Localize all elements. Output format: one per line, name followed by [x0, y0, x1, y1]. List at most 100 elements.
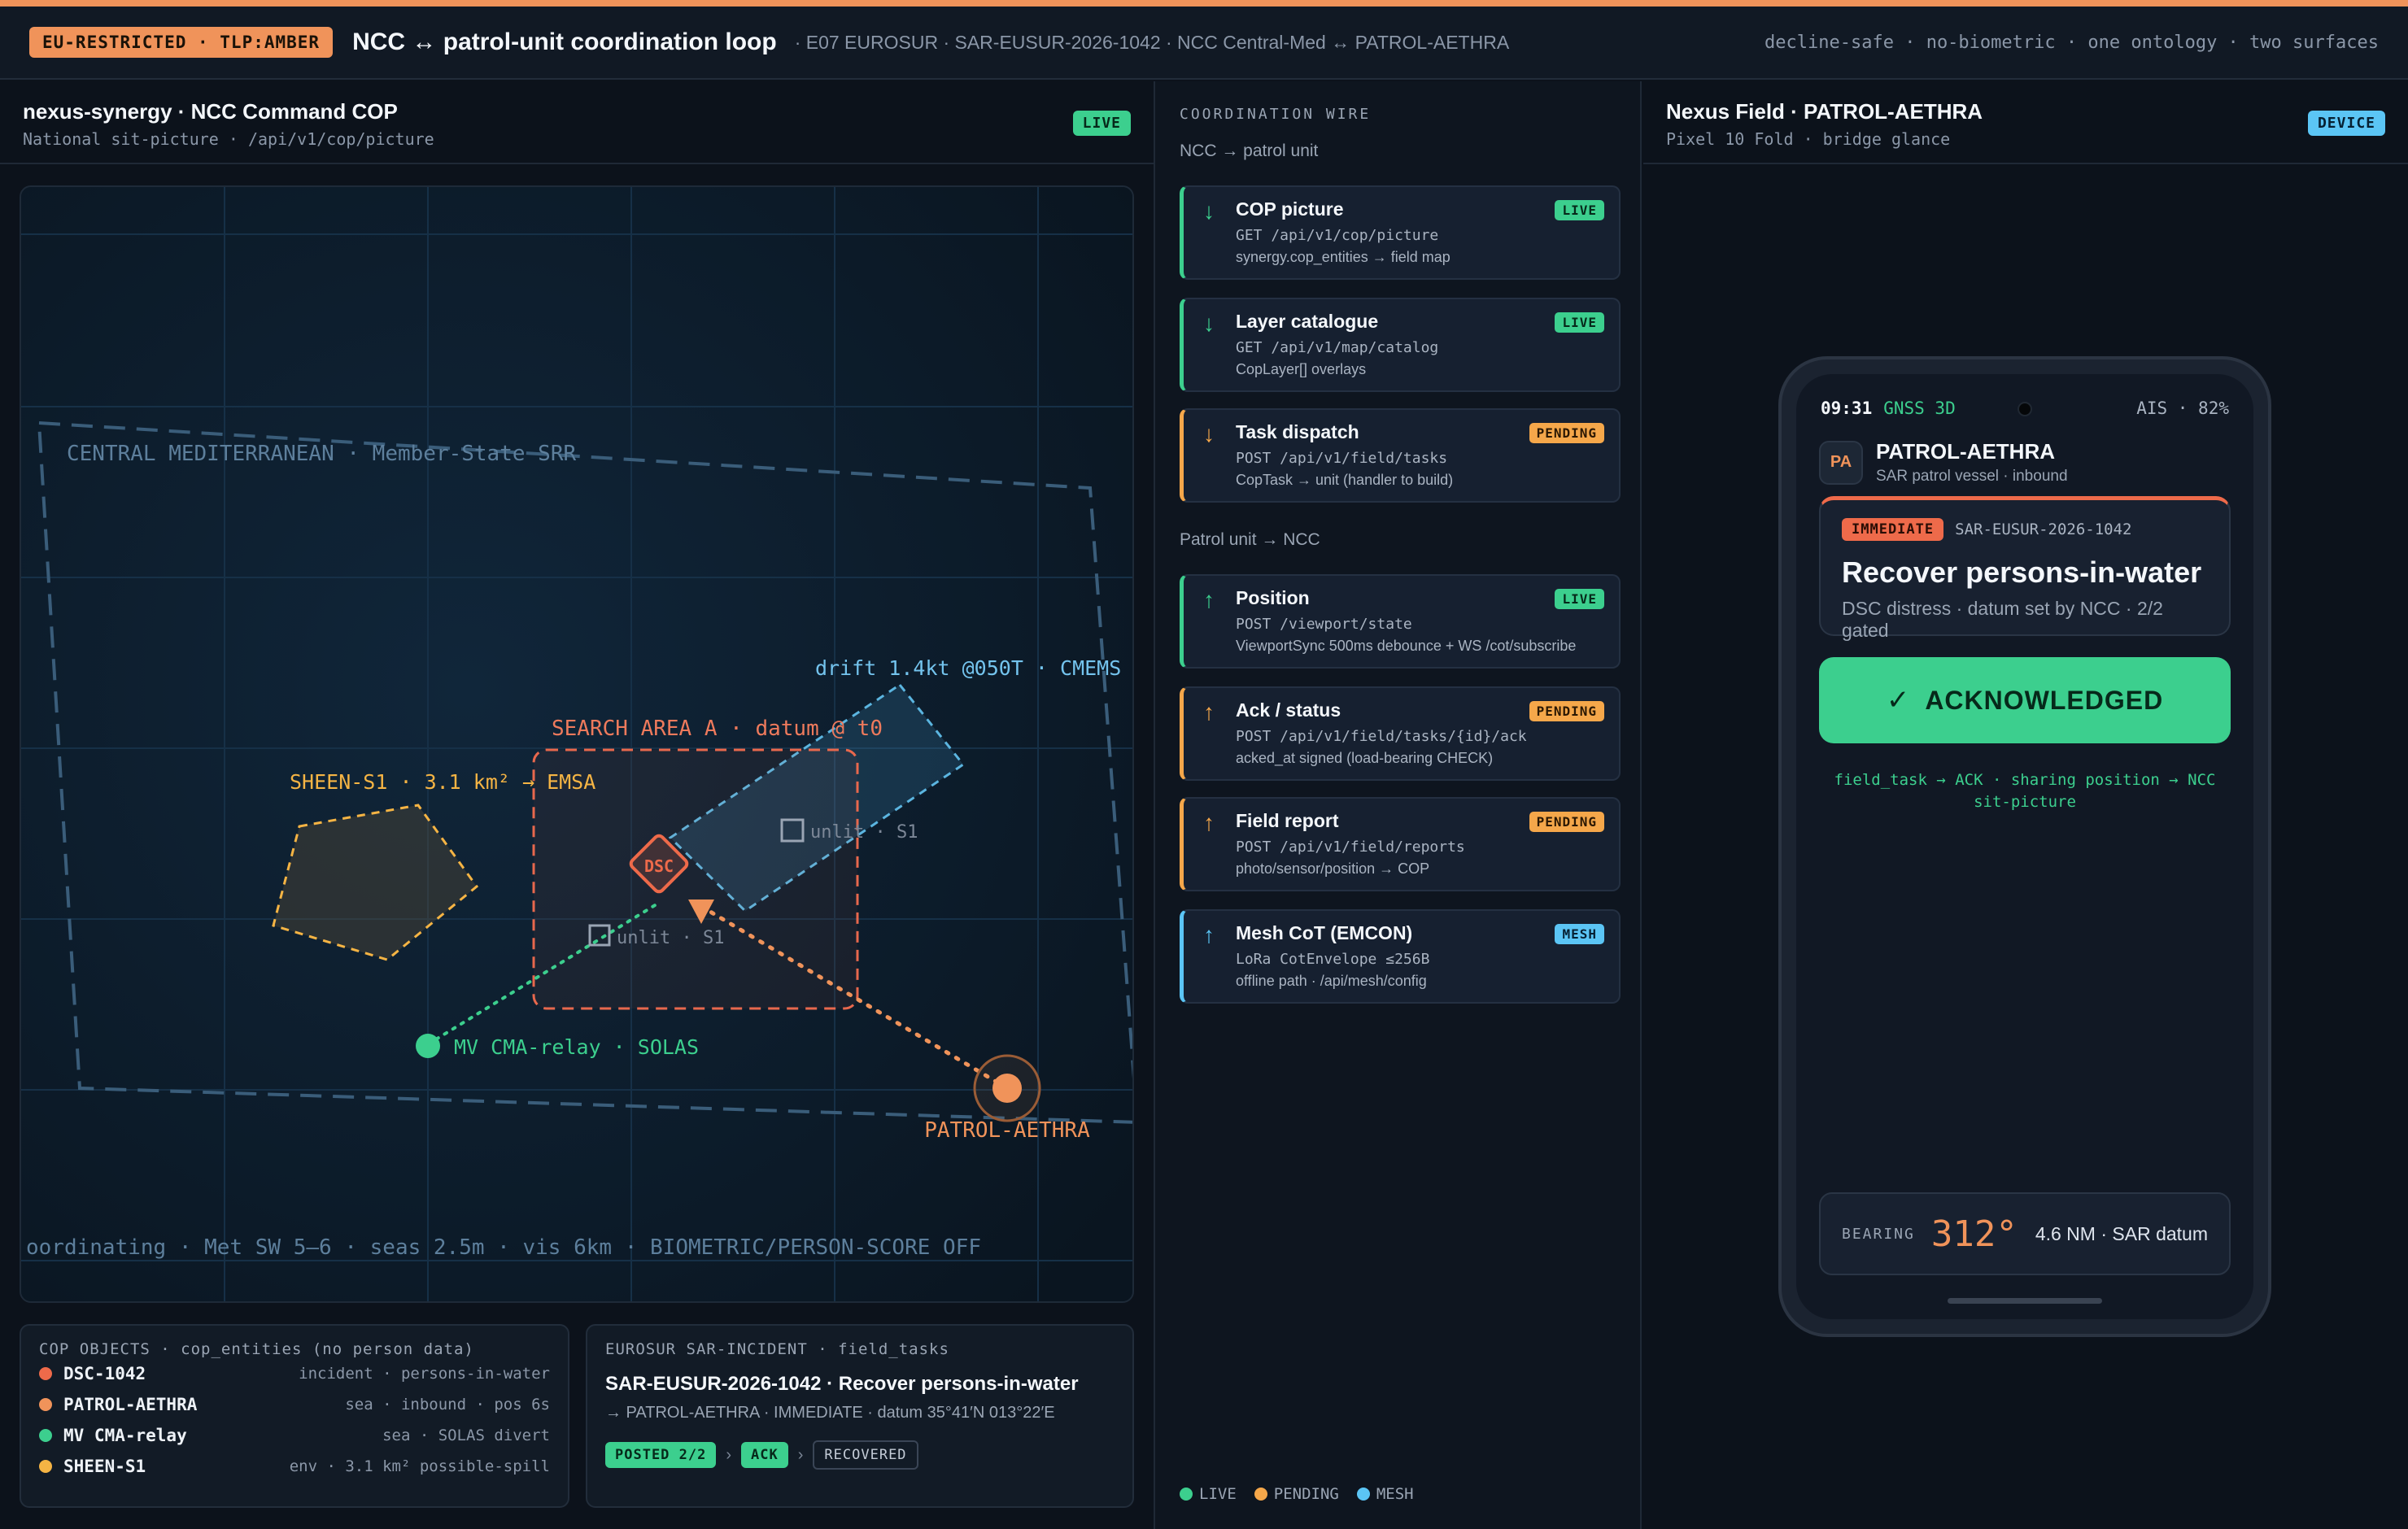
- acknowledged-button[interactable]: ✓ ACKNOWLEDGED: [1819, 657, 2231, 743]
- wire-title: COORDINATION WIRE: [1180, 106, 1372, 123]
- incident-id: SAR-EUSUR-2026-1042: [1955, 521, 2132, 538]
- incident-header: EUROSUR SAR-INCIDENT · field_tasks: [605, 1340, 949, 1358]
- unlit-contact-label: unlit · S1: [617, 928, 724, 948]
- task-card[interactable]: IMMEDIATE SAR-EUSUR-2026-1042 Recover pe…: [1819, 496, 2231, 641]
- patrol-vessel-marker[interactable]: [973, 1054, 1041, 1122]
- vessel-name: PATROL-AETHRA: [1876, 439, 2056, 464]
- bearing-distance: 4.6 NM · SAR datum: [2035, 1222, 2208, 1244]
- bearing-value: 312°: [1930, 1213, 2018, 1255]
- wire-group-up: Patrol unit → NCC: [1180, 530, 1320, 549]
- device-title: Nexus Field · PATROL-AETHRA: [1666, 99, 1983, 124]
- wire-card-desc: photo/sensor/position → COP: [1236, 860, 1430, 877]
- wire-card-endpoint: POST /api/v1/field/reports: [1236, 839, 1465, 856]
- arrow-up-icon: ↑: [1203, 810, 1215, 835]
- patrol-label: PATROL-AETHRA: [924, 1118, 1090, 1143]
- incident-desc: → PATROL-AETHRA · IMMEDIATE · datum 35°4…: [605, 1404, 1055, 1422]
- object-meta: incident · persons-in-water: [299, 1365, 550, 1383]
- status-badge: LIVE: [1555, 200, 1604, 220]
- wire-card-layer-catalogue[interactable]: ↓ Layer catalogue GET /api/v1/map/catalo…: [1180, 298, 1621, 392]
- cop-map-canvas[interactable]: CENTRAL MEDITERRANEAN · Member-State SRR…: [21, 187, 1134, 1303]
- cop-live-badge: LIVE: [1072, 111, 1131, 136]
- page-title: NCC ↔ patrol-unit coordination loop: [352, 28, 777, 55]
- incident-dot-icon: [39, 1367, 52, 1380]
- wire-card-endpoint: POST /api/v1/field/tasks: [1236, 450, 1448, 467]
- device-badge: DEVICE: [2307, 111, 2385, 136]
- object-name: DSC-1042: [63, 1364, 146, 1383]
- status-badge: LIVE: [1555, 589, 1604, 609]
- cop-panel: nexus-synergy · NCC Command COP National…: [0, 81, 1154, 1529]
- page-subtitle: · E07 EUROSUR · SAR-EUSUR-2026-1042 · NC…: [794, 31, 1510, 53]
- step-ack: ACK: [741, 1442, 788, 1468]
- arrow-down-icon: ↓: [1203, 311, 1215, 336]
- object-name: MV CMA-relay: [63, 1426, 187, 1445]
- wire-card-cop-picture[interactable]: ↓ COP picture GET /api/v1/cop/picture sy…: [1180, 185, 1621, 280]
- legend-label: LIVE: [1199, 1485, 1237, 1503]
- cop-map[interactable]: CENTRAL MEDITERRANEAN · Member-State SRR…: [20, 185, 1134, 1303]
- object-meta: sea · inbound · pos 6s: [345, 1396, 550, 1414]
- wire-card-ack-status[interactable]: ↑ Ack / status POST /api/v1/field/tasks/…: [1180, 686, 1621, 781]
- list-item[interactable]: SHEEN-S1 env · 3.1 km² possible-spill: [39, 1451, 550, 1482]
- phone-frame: 09:31 GNSS 3D AIS · 82% PA PATROL-AETHRA…: [1778, 356, 2271, 1337]
- wire-card-endpoint: LoRa CotEnvelope ≤256B: [1236, 951, 1430, 968]
- status-badge: LIVE: [1555, 312, 1604, 333]
- task-title: Recover persons-in-water: [1842, 555, 2202, 589]
- cop-subtitle: National sit-picture · /api/v1/cop/pictu…: [23, 129, 434, 149]
- arrow-up-icon: ↑: [1203, 587, 1215, 612]
- list-item[interactable]: DSC-1042 incident · persons-in-water: [39, 1358, 550, 1389]
- step-posted: POSTED 2/2: [605, 1442, 717, 1468]
- wire-card-task-dispatch[interactable]: ↓ Task dispatch POST /api/v1/field/tasks…: [1180, 408, 1621, 503]
- wire-card-endpoint: GET /api/v1/map/catalog: [1236, 339, 1439, 356]
- wire-card-endpoint: GET /api/v1/cop/picture: [1236, 227, 1439, 244]
- srr-label: CENTRAL MEDITERRANEAN · Member-State SRR: [67, 442, 576, 466]
- wire-card-name: Position: [1236, 587, 1310, 608]
- wire-card-desc: CopTask → unit (handler to build): [1236, 472, 1454, 488]
- status-badge: PENDING: [1529, 812, 1604, 832]
- vessel-sub: SAR patrol vessel · inbound: [1876, 468, 2068, 485]
- wire-card-desc: acked_at signed (load-bearing CHECK): [1236, 750, 1494, 766]
- classification-badge: EU-RESTRICTED · TLP:AMBER: [29, 27, 334, 58]
- incident-stepper: POSTED 2/2 › ACK › RECOVERED: [605, 1440, 1115, 1470]
- mesh-dot-icon: [1356, 1488, 1370, 1501]
- wire-card-position[interactable]: ↑ Position POST /viewport/state Viewport…: [1180, 574, 1621, 669]
- checkmark-icon: ✓: [1886, 685, 1911, 716]
- cop-objects-header: COP OBJECTS · cop_entities (no person da…: [39, 1340, 474, 1358]
- status-time: 09:31: [1821, 399, 1873, 418]
- wire-card-desc: CopLayer[] overlays: [1236, 361, 1367, 377]
- list-item[interactable]: MV CMA-relay sea · SOLAS divert: [39, 1420, 550, 1451]
- legend-mesh: MESH: [1356, 1485, 1414, 1503]
- wire-card-name: Layer catalogue: [1236, 311, 1379, 332]
- step-chevron-icon: ›: [726, 1445, 732, 1464]
- field-device-panel: Nexus Field · PATROL-AETHRA Pixel 10 Fol…: [1643, 81, 2408, 1529]
- wire-legend: LIVE PENDING MESH: [1180, 1485, 1432, 1503]
- list-item[interactable]: PATROL-AETHRA sea · inbound · pos 6s: [39, 1389, 550, 1420]
- step-recovered: RECOVERED: [813, 1440, 918, 1470]
- object-name: SHEEN-S1: [63, 1457, 146, 1476]
- bearing-card: BEARING 312° 4.6 NM · SAR datum: [1819, 1192, 2231, 1275]
- wire-card-desc: synergy.cop_entities → field map: [1236, 249, 1450, 265]
- sheen-label: SHEEN-S1 · 3.1 km² → EMSA: [290, 770, 595, 794]
- status-badge: PENDING: [1529, 423, 1604, 443]
- wire-card-name: COP picture: [1236, 198, 1344, 220]
- wire-card-field-report[interactable]: ↑ Field report POST /api/v1/field/report…: [1180, 797, 1621, 891]
- legend-label: PENDING: [1273, 1485, 1339, 1503]
- wire-card-name: Mesh CoT (EMCON): [1236, 922, 1413, 943]
- device-subtitle: Pixel 10 Fold · bridge glance: [1666, 129, 1951, 149]
- status-badge: PENDING: [1529, 701, 1604, 721]
- relay-vessel-icon[interactable]: [416, 1034, 440, 1058]
- wire-card-mesh-cot[interactable]: ↑ Mesh CoT (EMCON) LoRa CotEnvelope ≤256…: [1180, 909, 1621, 1004]
- top-bar: EU-RESTRICTED · TLP:AMBER NCC ↔ patrol-u…: [0, 7, 2408, 80]
- relay-dot-icon: [39, 1429, 52, 1442]
- wire-card-desc: ViewportSync 500ms debounce + WS /cot/su…: [1236, 638, 1577, 654]
- home-indicator[interactable]: [1948, 1298, 2102, 1304]
- bearing-label: BEARING: [1842, 1225, 1915, 1243]
- top-accent-line: [0, 0, 2408, 7]
- dsc-label: DSC: [644, 856, 674, 876]
- camera-icon: [2018, 402, 2032, 416]
- vessel-header: PA PATROL-AETHRA SAR patrol vessel · inb…: [1819, 439, 2068, 486]
- vessel-info: PATROL-AETHRA SAR patrol vessel · inboun…: [1876, 439, 2068, 486]
- unlit-contact-label: unlit · S1: [810, 822, 918, 843]
- ack-note: field_task → ACK · sharing position → NC…: [1834, 771, 2216, 811]
- status-ais-battery: AIS · 82%: [2136, 399, 2229, 418]
- phone-screen: 09:31 GNSS 3D AIS · 82% PA PATROL-AETHRA…: [1796, 374, 2253, 1319]
- legend-label: MESH: [1376, 1485, 1414, 1503]
